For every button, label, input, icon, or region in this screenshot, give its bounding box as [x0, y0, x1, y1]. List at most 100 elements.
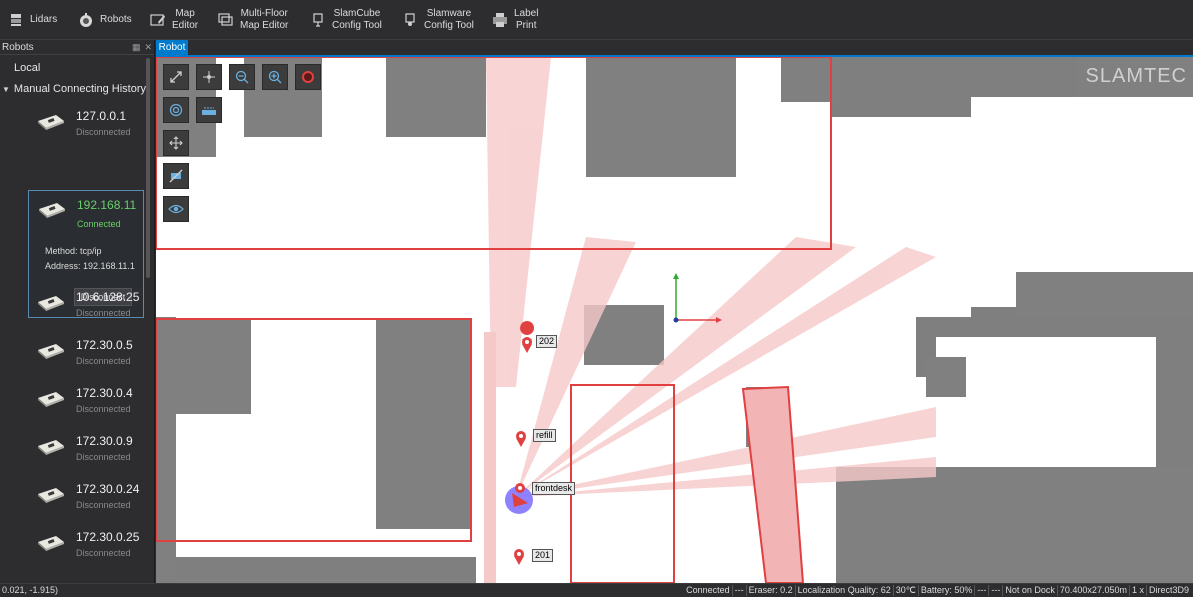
robot-list-item[interactable]: 10.6.128.25 Disconnected	[36, 287, 146, 327]
robot-status: Disconnected	[76, 308, 131, 318]
move-icon[interactable]	[163, 130, 189, 156]
map-editor-icon	[150, 12, 166, 28]
multi-floor-label-1: Multi-Floor	[240, 8, 288, 19]
robot-ip: 172.30.0.24	[76, 482, 140, 496]
robot-status: Disconnected	[76, 127, 131, 137]
poi-pin-frontdesk[interactable]	[515, 483, 525, 493]
corridor-virtual-wall	[484, 332, 496, 583]
lidar-chip-icon	[38, 115, 64, 130]
lidars-label: Lidars	[30, 14, 58, 25]
slamcube-label-2: Config Tool	[332, 20, 382, 31]
manual-history-label: Manual Connecting History	[13, 83, 146, 95]
robot-list-item[interactable]: 172.30.0.25 Disconnected	[36, 527, 146, 567]
poi-label-201: 201	[532, 549, 554, 562]
zoom-out-icon[interactable]	[229, 64, 255, 90]
center-icon[interactable]	[196, 64, 222, 90]
status-bar: 0.021, -1.915) Connected --- Eraser: 0.2…	[0, 583, 1193, 597]
close-icon[interactable]: ✕	[144, 42, 152, 53]
fullscreen-icon[interactable]	[163, 64, 189, 90]
status-localization-quality: Localization Quality: 62	[794, 585, 893, 596]
connection-address: Address: 192.168.11.1	[45, 261, 135, 271]
lidar-chip-icon	[38, 344, 64, 359]
slamware-label-1: Slamware	[426, 8, 472, 19]
status-separator-3: ---	[988, 585, 1002, 596]
robot-ip: 172.30.0.5	[76, 338, 133, 352]
status-renderer: Direct3D9	[1145, 585, 1191, 596]
robot-status: Disconnected	[76, 452, 131, 462]
robot-ip: 127.0.0.1	[76, 109, 127, 123]
poi-label-frontdesk: frontdesk	[532, 482, 576, 495]
panel-scrollbar[interactable]	[146, 58, 150, 278]
lidar-icon	[8, 12, 24, 28]
scan-icon[interactable]	[196, 97, 222, 123]
status-map-size: 70.400x27.050m	[1056, 585, 1129, 596]
label-print-button[interactable]: Label Print	[492, 0, 538, 40]
robots-button[interactable]: Robots	[78, 0, 132, 40]
locate-icon[interactable]	[163, 97, 189, 123]
slamware-config-button[interactable]: Slamware Config Tool	[402, 0, 474, 40]
zoom-in-icon[interactable]	[262, 64, 288, 90]
robots-panel: Robots ▦ ✕ Local ▼ Manual Connecting His…	[0, 40, 155, 583]
selected-robot-ip: 192.168.11	[77, 198, 137, 212]
robots-label: Robots	[100, 14, 132, 25]
lidar-chip-icon	[38, 536, 64, 551]
selected-robot-status: Connected	[77, 219, 121, 229]
tree-item-manual-history[interactable]: ▼ Manual Connecting History	[2, 83, 146, 95]
printer-icon	[492, 12, 508, 28]
robot-list-item[interactable]: 172.30.0.5 Disconnected	[36, 335, 146, 375]
slamware-icon	[402, 12, 418, 28]
map-canvas[interactable]: 202 refill frontdesk 201 SLAMTEC	[156, 57, 1193, 583]
label-print-label-2: Print	[515, 20, 537, 31]
connection-method: Method: tcp/ip	[45, 246, 102, 256]
lidar-chip-icon	[38, 392, 64, 407]
poi-label-202: 202	[536, 335, 558, 348]
occupancy-map[interactable]	[156, 57, 1193, 583]
label-print-label-1: Label	[514, 8, 539, 19]
lidar-chip-icon	[38, 440, 64, 455]
pin-icon[interactable]: ▦	[132, 42, 141, 53]
map-editor-button[interactable]: Map Editor	[150, 0, 198, 40]
slamcube-config-button[interactable]: SlamCube Config Tool	[310, 0, 382, 40]
expand-triangle-icon[interactable]: ▼	[2, 85, 10, 94]
lidar-chip-icon	[39, 203, 65, 218]
robot-ip: 172.30.0.4	[76, 386, 133, 400]
status-temperature: 30℃	[892, 585, 918, 596]
robot-ip: 10.6.128.25	[76, 290, 140, 304]
slamtec-logo: SLAMTEC	[1085, 65, 1187, 87]
map-editor-label-1: Map	[175, 8, 195, 19]
robot-list-item[interactable]: 172.30.0.4 Disconnected	[36, 383, 146, 423]
robot-status: Disconnected	[76, 500, 131, 510]
robot-icon	[78, 12, 94, 28]
main-toolbar: Lidars Robots Map Editor Multi-Floor Map E…	[0, 0, 1193, 40]
robots-panel-header: Robots ▦ ✕	[0, 40, 154, 55]
slamcube-label-1: SlamCube	[333, 8, 381, 19]
slamcube-icon	[310, 12, 326, 28]
origin-marker	[673, 317, 679, 323]
multi-floor-label-2: Map Editor	[240, 20, 289, 31]
multi-floor-map-editor-button[interactable]: Multi-Floor Map Editor	[218, 0, 288, 40]
robots-panel-title: Robots	[2, 41, 34, 53]
tree-item-local[interactable]: Local	[14, 62, 40, 74]
status-battery: Battery: 50%	[917, 585, 975, 596]
document-tabbar: Robot	[156, 40, 1193, 57]
poi-label-refill: refill	[533, 429, 556, 442]
lidars-button[interactable]: Lidars	[8, 0, 57, 40]
status-separator-2: ---	[974, 585, 988, 596]
tab-robot[interactable]: Robot	[156, 40, 188, 55]
hide-track-icon[interactable]	[163, 163, 189, 189]
robot-list-item[interactable]: 172.30.0.9 Disconnected	[36, 431, 146, 471]
robot-ip: 172.30.0.9	[76, 434, 133, 448]
robot-status: Disconnected	[76, 356, 131, 366]
robot-list-item[interactable]: 172.30.0.24 Disconnected	[36, 479, 146, 519]
stop-icon[interactable]	[295, 64, 321, 90]
status-dock: Not on Dock	[1002, 585, 1057, 596]
status-separator-1: ---	[731, 585, 746, 596]
robot-status: Disconnected	[76, 548, 131, 558]
eye-icon[interactable]	[163, 196, 189, 222]
status-eraser: Eraser: 0.2	[745, 585, 795, 596]
map-editor-label-2: Editor	[172, 20, 199, 31]
lidar-chip-icon	[38, 488, 64, 503]
status-connection: Connected	[686, 585, 730, 595]
robot-status: Disconnected	[76, 404, 131, 414]
robot-list-item[interactable]: 127.0.0.1 Disconnected	[36, 106, 146, 146]
